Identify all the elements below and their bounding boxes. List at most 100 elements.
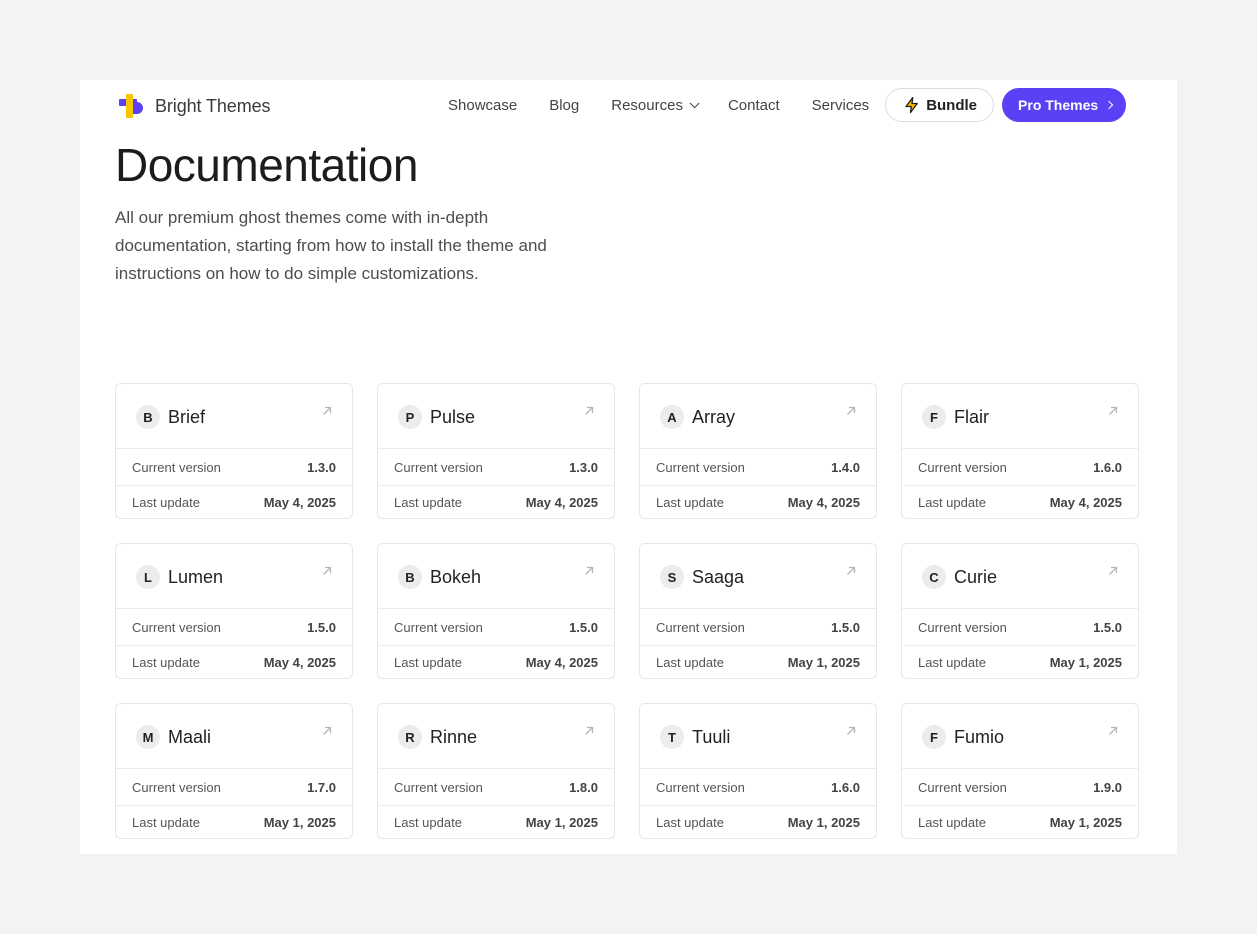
- theme-doc-card[interactable]: L Lumen Current version 1.5.0 Last updat…: [115, 543, 353, 679]
- external-link-arrow-icon: [323, 726, 332, 735]
- theme-name: Tuuli: [692, 727, 731, 747]
- nav-showcase[interactable]: Showcase: [448, 97, 517, 114]
- nav-resources[interactable]: Resources: [611, 96, 700, 114]
- brand-logo-link[interactable]: Bright Themes: [117, 92, 271, 120]
- page-title: Documentation: [115, 139, 418, 191]
- version-row: Current version 1.3.0: [378, 449, 614, 485]
- update-label: Last update: [394, 815, 462, 830]
- update-value: May 4, 2025: [263, 495, 336, 510]
- version-row: Current version 1.8.0: [378, 769, 614, 805]
- version-label: Current version: [918, 779, 1007, 795]
- version-label: Current version: [656, 459, 745, 475]
- update-row: Last update May 1, 2025: [640, 645, 876, 679]
- theme-doc-card[interactable]: B Brief Current version 1.3.0 Last updat…: [115, 383, 353, 519]
- theme-initial-badge: M: [136, 725, 160, 749]
- theme-doc-card[interactable]: F Fumio Current version 1.9.0 Last updat…: [901, 703, 1139, 839]
- site-header: Bright Themes Showcase Blog Resources Co…: [80, 80, 1177, 132]
- bundle-button[interactable]: Bundle: [885, 88, 995, 122]
- update-row: Last update May 1, 2025: [640, 805, 876, 839]
- theme-doc-card[interactable]: B Bokeh Current version 1.5.0 Last updat…: [377, 543, 615, 679]
- card-header: F Fumio: [902, 704, 1138, 769]
- theme-initial-badge: S: [660, 565, 684, 589]
- version-value: 1.8.0: [569, 779, 598, 795]
- update-row: Last update May 4, 2025: [902, 485, 1138, 519]
- theme-doc-card[interactable]: C Curie Current version 1.5.0 Last updat…: [901, 543, 1139, 679]
- card-header: C Curie: [902, 544, 1138, 609]
- update-label: Last update: [918, 495, 986, 510]
- theme-name: Array: [692, 407, 736, 427]
- chevron-down-icon: [689, 97, 700, 108]
- card-header: F Flair: [902, 384, 1138, 449]
- external-link-arrow-icon: [323, 566, 332, 575]
- update-label: Last update: [656, 495, 724, 510]
- update-value: May 1, 2025: [787, 655, 860, 670]
- version-label: Current version: [394, 459, 483, 475]
- external-link-arrow-icon: [1109, 726, 1118, 735]
- card-header: B Bokeh: [378, 544, 614, 609]
- update-row: Last update May 1, 2025: [378, 805, 614, 839]
- page-intro: All our premium ghost themes come with i…: [115, 208, 547, 283]
- nav-resources-label: Resources: [611, 96, 683, 114]
- version-value: 1.5.0: [831, 619, 860, 635]
- update-label: Last update: [394, 495, 462, 510]
- theme-doc-card[interactable]: M Maali Current version 1.7.0 Last updat…: [115, 703, 353, 839]
- theme-doc-card[interactable]: A Array Current version 1.4.0 Last updat…: [639, 383, 877, 519]
- theme-doc-card[interactable]: S Saaga Current version 1.5.0 Last updat…: [639, 543, 877, 679]
- version-label: Current version: [132, 779, 221, 795]
- update-label: Last update: [132, 495, 200, 510]
- theme-name: Fumio: [954, 727, 1005, 747]
- version-row: Current version 1.3.0: [116, 449, 352, 485]
- theme-name: Maali: [168, 727, 212, 747]
- update-value: May 4, 2025: [1049, 495, 1122, 510]
- version-row: Current version 1.6.0: [640, 769, 876, 805]
- update-label: Last update: [132, 815, 200, 830]
- theme-name: Saaga: [692, 567, 745, 587]
- theme-initial-badge: B: [136, 405, 160, 429]
- theme-doc-card[interactable]: R Rinne Current version 1.8.0 Last updat…: [377, 703, 615, 839]
- external-link-arrow-icon: [847, 726, 856, 735]
- update-label: Last update: [918, 815, 986, 830]
- theme-doc-card[interactable]: P Pulse Current version 1.3.0 Last updat…: [377, 383, 615, 519]
- theme-initial-badge: C: [922, 565, 946, 589]
- version-value: 1.4.0: [831, 459, 860, 475]
- card-header: T Tuuli: [640, 704, 876, 769]
- update-value: May 4, 2025: [525, 495, 598, 510]
- version-row: Current version 1.5.0: [640, 609, 876, 645]
- version-row: Current version 1.6.0: [902, 449, 1138, 485]
- external-link-arrow-icon: [847, 406, 856, 415]
- nav-services[interactable]: Services: [812, 97, 870, 114]
- pro-themes-label: Pro Themes: [1018, 97, 1099, 113]
- version-value: 1.5.0: [307, 619, 336, 635]
- external-link-arrow-icon: [585, 726, 594, 735]
- external-link-arrow-icon: [1109, 566, 1118, 575]
- version-row: Current version 1.4.0: [640, 449, 876, 485]
- update-row: Last update May 4, 2025: [378, 485, 614, 519]
- theme-doc-card[interactable]: F Flair Current version 1.6.0 Last updat…: [901, 383, 1139, 519]
- nav-blog[interactable]: Blog: [549, 97, 579, 114]
- update-value: May 4, 2025: [263, 655, 336, 670]
- update-value: May 4, 2025: [525, 655, 598, 670]
- update-value: May 1, 2025: [1049, 655, 1122, 670]
- external-link-arrow-icon: [1109, 406, 1118, 415]
- external-link-arrow-icon: [847, 566, 856, 575]
- theme-doc-grid: B Brief Current version 1.3.0 Last updat…: [115, 383, 1139, 839]
- pro-themes-button[interactable]: Pro Themes: [1002, 88, 1127, 122]
- version-value: 1.6.0: [831, 779, 860, 795]
- version-value: 1.5.0: [569, 619, 598, 635]
- version-label: Current version: [394, 619, 483, 635]
- update-value: May 1, 2025: [787, 815, 860, 830]
- version-label: Current version: [656, 619, 745, 635]
- theme-initial-badge: L: [136, 565, 160, 589]
- version-value: 1.7.0: [307, 779, 336, 795]
- version-row: Current version 1.5.0: [116, 609, 352, 645]
- chevron-right-icon: [1104, 100, 1114, 110]
- theme-name: Rinne: [430, 727, 478, 747]
- version-value: 1.9.0: [1093, 779, 1122, 795]
- external-link-arrow-icon: [585, 406, 594, 415]
- update-label: Last update: [918, 655, 986, 670]
- theme-initial-badge: F: [922, 725, 946, 749]
- nav-contact[interactable]: Contact: [728, 97, 780, 114]
- theme-doc-card[interactable]: T Tuuli Current version 1.6.0 Last updat…: [639, 703, 877, 839]
- update-label: Last update: [394, 655, 462, 670]
- update-row: Last update May 1, 2025: [902, 805, 1138, 839]
